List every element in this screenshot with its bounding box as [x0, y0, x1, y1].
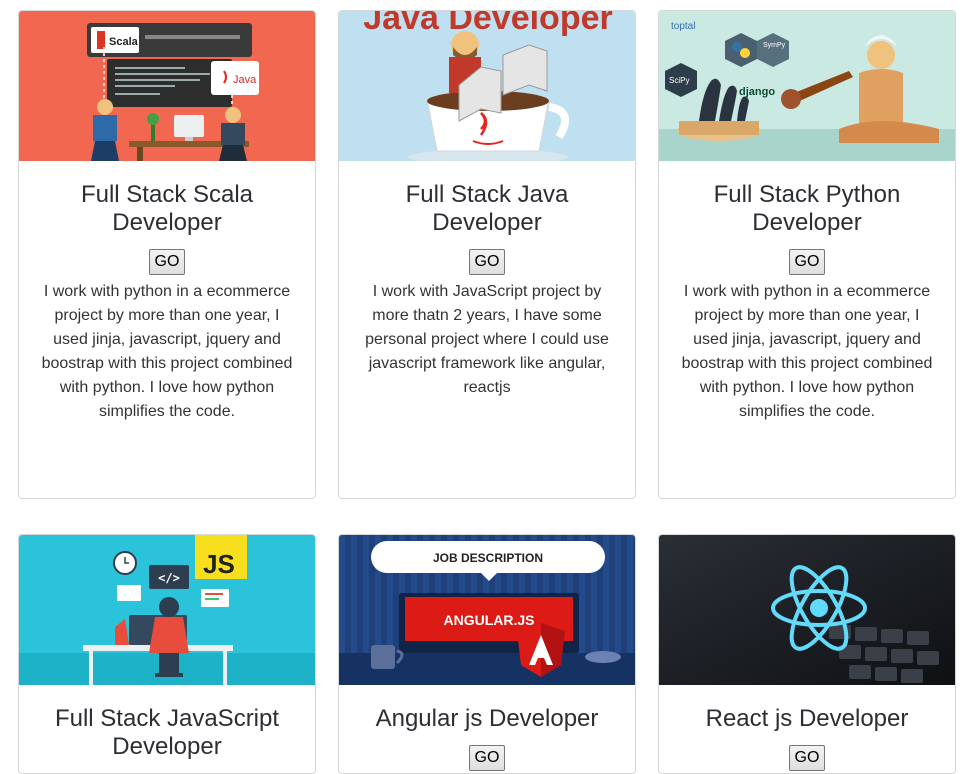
card-title: Full Stack Scala Developer — [80, 181, 254, 236]
js-badge: JS — [203, 549, 235, 579]
card-title: Angular js Developer — [375, 705, 599, 732]
card-description: I work with python in a ecommerce projec… — [41, 283, 293, 420]
java-banner: Java Developer — [363, 11, 613, 37]
card-description: I work with python in a ecommerce projec… — [681, 283, 933, 420]
card-image-javascript: JS </> — [19, 535, 315, 685]
card-image-scala: Scala Java — [19, 11, 315, 161]
card-java: Java Developer Full Stack Java Developer… — [338, 10, 636, 499]
card-image-java: Java Developer — [339, 11, 635, 161]
card-javascript: JS </> Full Stack JavaScript Developer — [18, 534, 316, 774]
angular-banner: ANGULAR.JS — [443, 612, 534, 628]
card-grid: Scala Java Full Stack Scala Developer GO… — [0, 0, 970, 774]
toptal-label: toptal — [671, 21, 695, 32]
card-title: Full Stack Java Developer — [405, 181, 569, 236]
card-image-angular: JOB DESCRIPTION ANGULAR.JS — [339, 535, 635, 685]
card-angular: JOB DESCRIPTION ANGULAR.JS Angular js De… — [338, 534, 636, 774]
card-image-python: toptal SciPy django SymPy — [659, 11, 955, 161]
card-python: toptal SciPy django SymPy Full Stack Pyt… — [658, 10, 956, 499]
go-button[interactable]: GO — [148, 249, 186, 275]
card-react: React js Developer GO — [658, 534, 956, 774]
card-title: Full Stack Python Developer — [713, 181, 901, 236]
django-label: django — [739, 86, 775, 98]
scala-label: Scala — [109, 36, 139, 48]
go-button[interactable]: GO — [468, 745, 506, 771]
card-image-react — [659, 535, 955, 685]
scipy-label: SciPy — [669, 76, 689, 85]
sympy-label: SymPy — [763, 42, 786, 49]
card-title: Full Stack JavaScript Developer — [54, 705, 280, 760]
code-tag: </> — [158, 571, 180, 585]
card-title: React js Developer — [705, 705, 909, 732]
go-button[interactable]: GO — [468, 249, 506, 275]
job-description-label: JOB DESCRIPTION — [433, 551, 543, 565]
card-description: I work with JavaScript project by more t… — [365, 283, 609, 396]
go-button[interactable]: GO — [788, 249, 826, 275]
go-button[interactable]: GO — [788, 745, 826, 771]
card-scala: Scala Java Full Stack Scala Developer GO… — [18, 10, 316, 499]
java-label: Java — [233, 74, 257, 86]
